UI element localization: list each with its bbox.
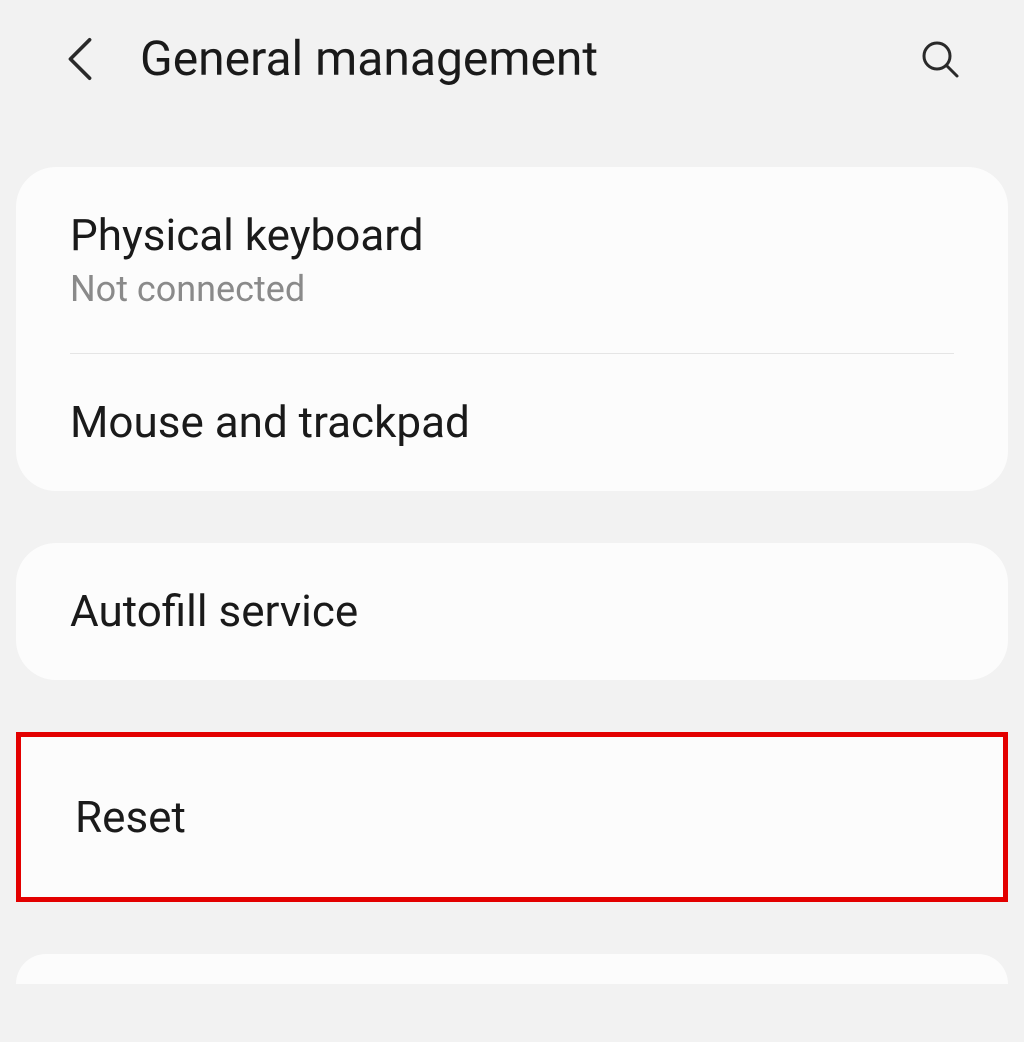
settings-card-autofill: Autofill service bbox=[16, 543, 1008, 680]
settings-card-partial bbox=[16, 954, 1008, 984]
settings-card-input-devices: Physical keyboard Not connected Mouse an… bbox=[16, 167, 1008, 491]
list-item-title: Reset bbox=[75, 791, 949, 844]
list-item-autofill-service[interactable]: Autofill service bbox=[16, 543, 1008, 680]
list-item-title: Mouse and trackpad bbox=[70, 396, 954, 449]
list-item-reset[interactable]: Reset bbox=[21, 737, 1003, 898]
search-icon bbox=[920, 39, 960, 79]
list-item-physical-keyboard[interactable]: Physical keyboard Not connected bbox=[16, 167, 1008, 353]
list-item-subtitle: Not connected bbox=[70, 268, 954, 311]
list-item-title: Autofill service bbox=[70, 585, 954, 638]
list-item-title: Physical keyboard bbox=[70, 209, 954, 262]
back-button[interactable] bbox=[60, 39, 100, 79]
list-item-mouse-trackpad[interactable]: Mouse and trackpad bbox=[16, 354, 1008, 491]
settings-card-reset: Reset bbox=[16, 732, 1008, 903]
content: Physical keyboard Not connected Mouse an… bbox=[0, 127, 1024, 984]
chevron-left-icon bbox=[65, 35, 95, 83]
page-title: General management bbox=[140, 30, 876, 87]
header: General management bbox=[0, 0, 1024, 127]
search-button[interactable] bbox=[916, 35, 964, 83]
